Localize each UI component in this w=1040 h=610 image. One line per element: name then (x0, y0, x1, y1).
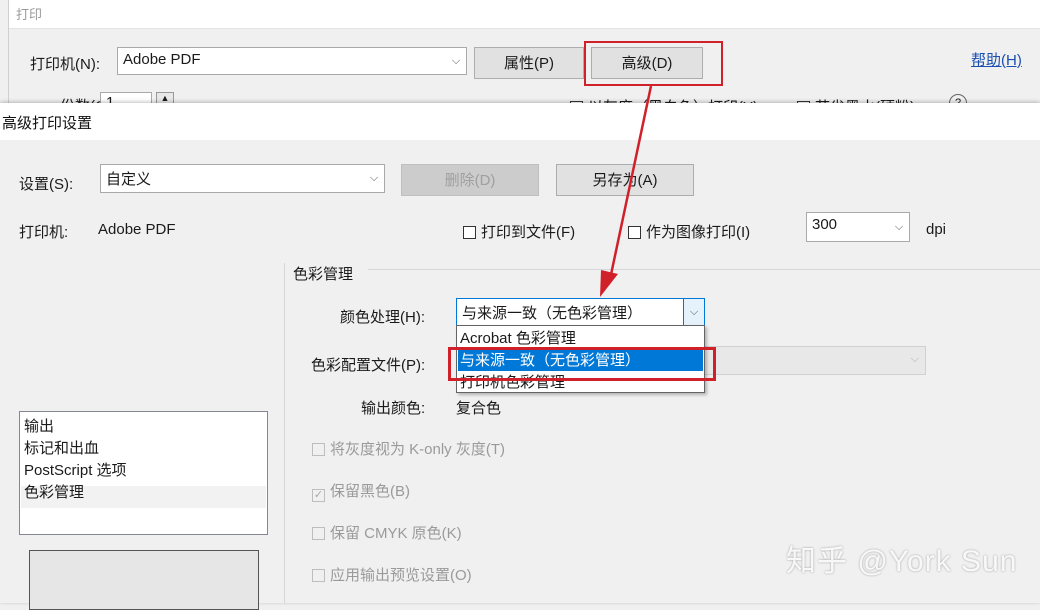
annotation-arrow (600, 85, 653, 297)
